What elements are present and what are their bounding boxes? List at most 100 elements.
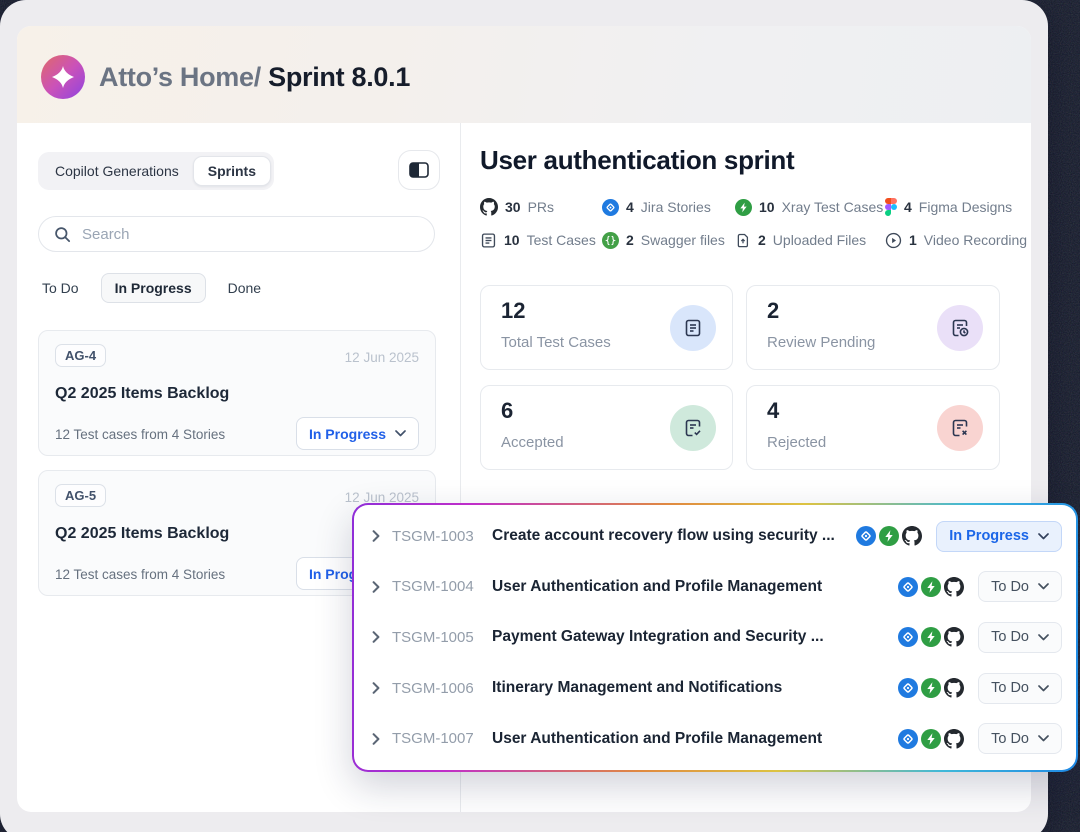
sprint-title: User authentication sprint: [480, 145, 794, 176]
chevron-down-icon: [1038, 634, 1049, 641]
chevron-right-icon[interactable]: [370, 530, 382, 542]
doc-clock-icon: [949, 317, 971, 339]
test-case-row[interactable]: TSGM-1003 Create account recovery flow u…: [354, 511, 1076, 562]
xray-icon: [879, 526, 899, 546]
figma-icon: [885, 198, 897, 216]
sprint-stats: 30PRs 4Jira Stories 10Xray Test Cases 4F…: [480, 195, 1027, 252]
sprint-card-ag4[interactable]: AG-4 12 Jun 2025 Q2 2025 Items Backlog 1…: [38, 330, 436, 456]
doc-check-icon: [682, 417, 704, 439]
uploaded-files-icon: [735, 232, 751, 249]
test-case-id: TSGM-1004: [392, 578, 478, 595]
chevron-right-icon[interactable]: [370, 733, 382, 745]
source-icons: [898, 627, 964, 647]
search-bar: [38, 216, 435, 252]
test-cases-list: TSGM-1003 Create account recovery flow u…: [354, 505, 1076, 770]
card-review-pending: 2 Review Pending: [746, 285, 1000, 370]
tab-copilot-generations[interactable]: Copilot Generations: [41, 157, 193, 185]
search-icon: [53, 225, 72, 244]
github-icon: [944, 627, 964, 647]
github-icon: [944, 678, 964, 698]
stat-uploaded-files: 2Uploaded Files: [735, 228, 885, 252]
filter-in-progress[interactable]: In Progress: [101, 273, 206, 303]
summary-cards: 12 Total Test Cases 2 Review Pending 6 A…: [480, 285, 1000, 470]
star-icon: [51, 65, 75, 89]
source-icons: [898, 577, 964, 597]
card-rejected: 4 Rejected: [746, 385, 1000, 470]
chevron-down-icon: [1038, 583, 1049, 590]
status-filters: To Do In Progress Done: [42, 273, 261, 303]
sprint-status-dropdown[interactable]: In Progress: [296, 417, 419, 450]
doc-icon: [682, 317, 704, 339]
stat-xray-test-cases: 10Xray Test Cases: [735, 195, 885, 219]
status-dropdown[interactable]: To Do: [978, 723, 1062, 754]
swagger-icon: [602, 232, 619, 249]
test-case-row[interactable]: TSGM-1005 Payment Gateway Integration an…: [354, 612, 1076, 663]
tab-sprints[interactable]: Sprints: [193, 156, 271, 186]
filter-done[interactable]: Done: [228, 280, 261, 296]
jira-icon: [898, 729, 918, 749]
chevron-down-icon: [1038, 735, 1049, 742]
sprint-card-subtitle: 12 Test cases from 4 Stories: [55, 567, 225, 582]
video-recording-icon: [885, 232, 902, 249]
source-icons: [898, 729, 964, 749]
stat-jira-stories: 4Jira Stories: [602, 195, 735, 219]
chevron-down-icon: [395, 430, 406, 437]
sprint-card-subtitle: 12 Test cases from 4 Stories: [55, 427, 225, 442]
panel-toggle-button[interactable]: [398, 150, 440, 190]
breadcrumb: Atto’s Home/: [99, 62, 261, 92]
test-case-row[interactable]: TSGM-1006 Itinerary Management and Notif…: [354, 663, 1076, 714]
github-icon: [902, 526, 922, 546]
test-case-title: User Authentication and Profile Manageme…: [492, 578, 888, 596]
source-icons: [898, 678, 964, 698]
chevron-down-icon: [1038, 685, 1049, 692]
test-case-id: TSGM-1003: [392, 528, 478, 545]
page-title: Atto’s Home/ Sprint 8.0.1: [99, 62, 410, 93]
jira-icon: [898, 627, 918, 647]
sprint-date: 12 Jun 2025: [345, 350, 419, 365]
card-total-test-cases: 12 Total Test Cases: [480, 285, 733, 370]
doc-x-icon: [949, 417, 971, 439]
sidebar-tabs: Copilot Generations Sprints: [38, 152, 274, 190]
chevron-right-icon[interactable]: [370, 581, 382, 593]
card-accepted: 6 Accepted: [480, 385, 733, 470]
stat-figma-designs: 4Figma Designs: [885, 195, 1027, 219]
jira-icon: [602, 199, 619, 216]
xray-icon: [735, 199, 752, 216]
test-case-row[interactable]: TSGM-1007 User Authentication and Profil…: [354, 713, 1076, 764]
github-icon: [944, 577, 964, 597]
xray-icon: [921, 577, 941, 597]
test-case-title: Create account recovery flow using secur…: [492, 527, 846, 545]
status-dropdown[interactable]: To Do: [978, 571, 1062, 602]
stat-prs: 30PRs: [480, 195, 602, 219]
stat-swagger-files: 2Swagger files: [602, 228, 735, 252]
filter-todo[interactable]: To Do: [42, 280, 79, 296]
status-dropdown[interactable]: To Do: [978, 622, 1062, 653]
chevron-right-icon[interactable]: [370, 682, 382, 694]
chevron-right-icon[interactable]: [370, 631, 382, 643]
xray-icon: [921, 627, 941, 647]
github-icon: [944, 729, 964, 749]
jira-icon: [898, 577, 918, 597]
test-cases-overlay: TSGM-1003 Create account recovery flow u…: [352, 503, 1078, 772]
sprint-card-title: Q2 2025 Items Backlog: [55, 525, 229, 543]
search-input[interactable]: [82, 226, 420, 243]
sprint-id-badge: AG-5: [55, 484, 106, 507]
status-dropdown[interactable]: In Progress: [936, 521, 1062, 552]
test-cases-icon: [480, 232, 497, 249]
jira-icon: [898, 678, 918, 698]
test-case-id: TSGM-1006: [392, 680, 478, 697]
test-case-title: Itinerary Management and Notifications: [492, 679, 888, 697]
test-case-row[interactable]: TSGM-1004 User Authentication and Profil…: [354, 562, 1076, 613]
test-case-title: Payment Gateway Integration and Security…: [492, 628, 888, 646]
source-icons: [856, 526, 922, 546]
jira-icon: [856, 526, 876, 546]
test-case-title: User Authentication and Profile Manageme…: [492, 730, 888, 748]
stat-test-cases: 10Test Cases: [480, 228, 602, 252]
github-icon: [480, 198, 498, 216]
chevron-down-icon: [1038, 533, 1049, 540]
xray-icon: [921, 729, 941, 749]
app-header: Atto’s Home/ Sprint 8.0.1: [17, 26, 1031, 123]
sprint-id-badge: AG-4: [55, 344, 106, 367]
atto-logo: [41, 55, 85, 99]
status-dropdown[interactable]: To Do: [978, 673, 1062, 704]
